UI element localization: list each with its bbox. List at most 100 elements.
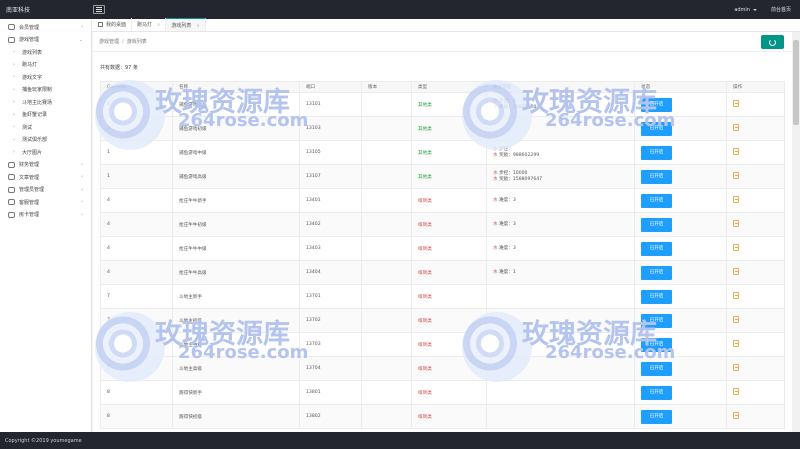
- inventory-line: 水 难度：1: [493, 270, 634, 276]
- status-toggle-button[interactable]: 已开启: [641, 121, 672, 136]
- cell-actions: [726, 116, 785, 141]
- edit-icon[interactable]: [733, 148, 739, 155]
- inventory-value: 难度：3: [499, 221, 516, 227]
- edit-icon[interactable]: [733, 124, 739, 131]
- cell-gameid: 4: [100, 236, 173, 261]
- sidebar-item[interactable]: › 斗地主比赛场: [0, 96, 91, 109]
- sidebar-item[interactable]: › 游戏列表: [0, 46, 91, 59]
- edit-icon[interactable]: [733, 220, 739, 227]
- sidebar-group[interactable]: 财务管理 ‹: [0, 159, 91, 172]
- chevron-icon: ‹: [81, 199, 83, 206]
- cell-type: 棋牌类: [411, 404, 487, 429]
- type-label: 棋牌类: [418, 198, 432, 204]
- edit-icon[interactable]: [733, 172, 739, 179]
- status-toggle-button[interactable]: 已开启: [641, 385, 672, 400]
- table-header-row: GameID 名称 端口 版本 类型 库存管理 状态 操作: [100, 81, 785, 93]
- edit-icon[interactable]: [733, 316, 739, 323]
- edit-icon[interactable]: [733, 364, 739, 371]
- menu-toggle-icon[interactable]: [93, 5, 105, 14]
- cell-name: 抢庄牛牛高级: [172, 260, 300, 285]
- chevron-right-icon: ›: [13, 61, 15, 68]
- edit-icon[interactable]: [733, 292, 739, 299]
- cell-status: 已开启: [634, 212, 727, 237]
- sidebar-group[interactable]: 房卡管理 ‹: [0, 209, 91, 222]
- edit-icon[interactable]: [733, 100, 739, 107]
- cell-name: 捕鱼游戏中级: [172, 140, 300, 165]
- refresh-icon: [769, 38, 776, 46]
- sidebar-group[interactable]: 文章管理 ‹: [0, 171, 91, 184]
- sidebar-item-label: 游戏文字: [22, 74, 43, 81]
- page-scrollbar[interactable]: [792, 32, 800, 432]
- cell-port: 13704: [299, 356, 362, 381]
- sidebar-group[interactable]: 游戏管理 ⌄: [0, 34, 91, 47]
- chevron-right-icon: ›: [13, 136, 15, 143]
- sidebar-item[interactable]: › 测试: [0, 121, 91, 134]
- cell-status: 已开启: [634, 284, 727, 309]
- edit-icon[interactable]: [733, 196, 739, 203]
- tab-item[interactable]: 我的桌面: [92, 18, 133, 31]
- sidebar-item[interactable]: › 游戏文字: [0, 71, 91, 84]
- chevron-icon: ‹: [81, 186, 83, 193]
- sidebar-group[interactable]: 客服管理 ‹: [0, 196, 91, 209]
- type-label: 其他类: [418, 102, 432, 108]
- status-toggle-button[interactable]: 已开启: [641, 289, 672, 304]
- cell-version: [361, 404, 412, 429]
- chevron-down-icon[interactable]: [752, 8, 757, 11]
- close-icon[interactable]: ×: [196, 23, 199, 28]
- edit-icon[interactable]: [733, 268, 739, 275]
- scrollbar-thumb[interactable]: [793, 40, 799, 125]
- sidebar-item[interactable]: › 跑马灯: [0, 59, 91, 72]
- tab-item[interactable]: 游戏列表 ×: [166, 18, 206, 31]
- sidebar-item[interactable]: › 测试俱乐部: [0, 134, 91, 147]
- cell-gameid: 7: [100, 284, 173, 309]
- status-toggle-button[interactable]: 已开启: [641, 169, 672, 184]
- edit-icon[interactable]: [733, 244, 739, 251]
- status-toggle-button[interactable]: 已开启: [641, 337, 672, 352]
- status-toggle-button[interactable]: 已开启: [641, 97, 672, 112]
- cell-type: 其他类: [411, 140, 487, 165]
- status-toggle-button[interactable]: 已开启: [641, 265, 672, 280]
- table-row: 1 捕鱼游戏初级 13103 其他类 已开启: [100, 116, 785, 141]
- inventory-line: 水 奖励：36835750: [493, 105, 634, 111]
- sidebar-item[interactable]: › 大厅图片: [0, 146, 91, 159]
- cell-inventory: [486, 116, 635, 141]
- chevron-right-icon: ›: [13, 99, 15, 106]
- status-toggle-button[interactable]: 已开启: [641, 193, 672, 208]
- breadcrumb-parent[interactable]: 游戏管理: [99, 38, 119, 45]
- refresh-button[interactable]: [761, 35, 784, 49]
- close-icon[interactable]: ×: [157, 22, 160, 27]
- cell-type: 棋牌类: [411, 356, 487, 381]
- cell-type: 棋牌类: [411, 284, 487, 309]
- sidebar-item[interactable]: › 捕鱼玩家限制: [0, 84, 91, 97]
- sidebar-group[interactable]: 管理员管理 ‹: [0, 184, 91, 197]
- status-toggle-button[interactable]: 已开启: [641, 145, 672, 160]
- sidebar-item-label: 会员管理: [19, 24, 40, 31]
- status-toggle-button[interactable]: 已开启: [641, 361, 672, 376]
- footer: Copyright ©2019 youmegame: [0, 432, 800, 449]
- cell-version: [361, 140, 412, 165]
- brand-logo[interactable]: 南亚科技: [0, 5, 92, 14]
- cell-port: 13101: [299, 92, 362, 117]
- top-navbar: 南亚科技 admin 前台首页: [0, 0, 800, 19]
- user-menu[interactable]: admin: [734, 7, 750, 13]
- sidebar-group[interactable]: 会员管理 ‹: [0, 21, 91, 34]
- status-toggle-button[interactable]: 已开启: [641, 409, 672, 424]
- sidebar-item[interactable]: › 鱼虾蟹记录: [0, 109, 91, 122]
- edit-icon[interactable]: [733, 340, 739, 347]
- status-toggle-button[interactable]: 已开启: [641, 217, 672, 232]
- table-body: 1 捕鱼游戏新手 13101 其他类水 步控：1 水 奖励：36835750 已开启 1 捕鱼…: [100, 92, 785, 429]
- home-link[interactable]: 前台首页: [771, 6, 791, 13]
- type-label: 棋牌类: [418, 342, 432, 348]
- column-header: 状态: [634, 81, 727, 93]
- menu-group-icon: [8, 186, 15, 193]
- inventory-line: 水 难度：3: [493, 246, 634, 252]
- status-toggle-button[interactable]: 已开启: [641, 313, 672, 328]
- type-label: 棋牌类: [418, 270, 432, 276]
- cell-actions: [726, 404, 785, 429]
- tab-item[interactable]: 跑马灯 ×: [132, 18, 167, 31]
- edit-icon[interactable]: [733, 388, 739, 395]
- column-header: 库存管理: [486, 81, 635, 93]
- status-toggle-button[interactable]: 已开启: [641, 241, 672, 256]
- edit-icon[interactable]: [733, 412, 739, 419]
- cell-port: 13802: [299, 404, 362, 429]
